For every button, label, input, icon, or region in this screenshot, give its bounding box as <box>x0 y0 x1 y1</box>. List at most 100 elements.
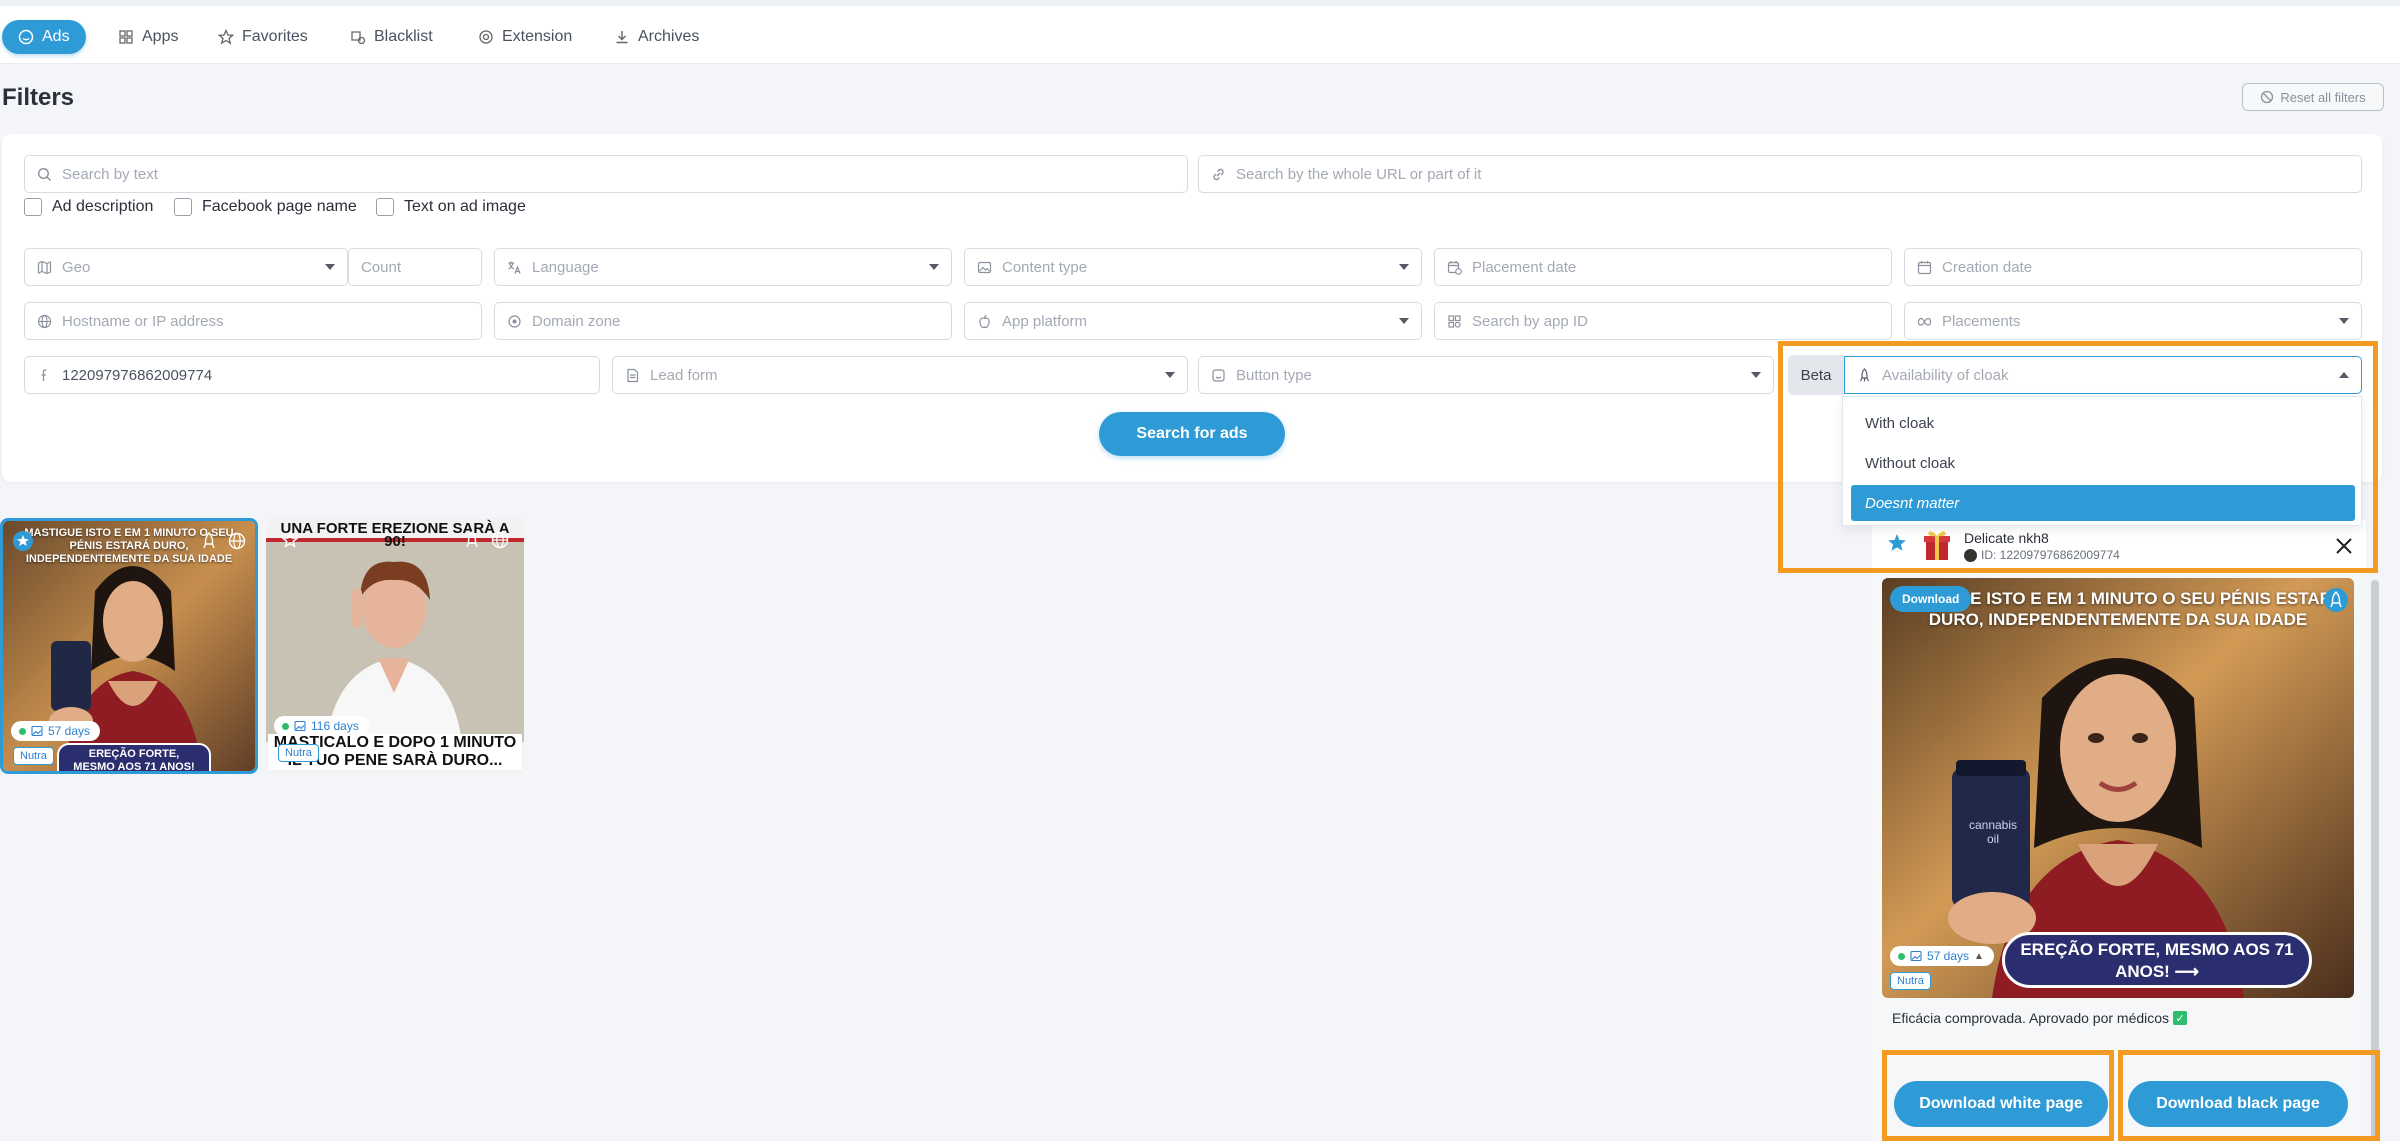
image-icon <box>294 720 306 732</box>
page-avatar <box>1924 531 1950 560</box>
app-platform-placeholder: App platform <box>1002 312 1088 330</box>
globe-icon <box>37 314 52 328</box>
cloak-option-with[interactable]: With cloak <box>1851 405 2355 441</box>
creation-date-input[interactable]: Creation date <box>1904 248 2362 286</box>
checkbox-box[interactable] <box>24 198 42 216</box>
search-text-input[interactable]: Search by text <box>24 155 1188 193</box>
map-icon <box>37 260 52 274</box>
download-badge[interactable]: Download <box>1890 586 1972 612</box>
chevron-down-icon[interactable] <box>2339 318 2349 324</box>
detail-scrollbar[interactable] <box>2371 580 2379 1141</box>
chevron-down-icon[interactable] <box>1751 372 1761 378</box>
cloak-option-doesnt-matter[interactable]: Doesnt matter <box>1851 485 2355 521</box>
status-dot <box>1898 952 1905 960</box>
ad-card[interactable]: UNA FORTE EREZIONE SARÀ A 90! 116 days M… <box>266 518 524 774</box>
search-ads-button[interactable]: Search for ads <box>1099 412 1285 456</box>
chevron-up-icon[interactable] <box>2339 372 2349 378</box>
checkbox-box[interactable] <box>376 198 394 216</box>
placement-date-placeholder: Placement date <box>1472 258 1577 276</box>
meta-icon <box>1917 317 1932 326</box>
content-type-select[interactable]: Content type <box>964 248 1422 286</box>
app-id-placeholder: Search by app ID <box>1472 312 1588 330</box>
beta-badge: Beta <box>1788 355 1844 395</box>
rocket-icon <box>1859 367 1870 381</box>
tab-ads[interactable]: Ads <box>2 20 86 54</box>
app-platform-select[interactable]: App platform <box>964 302 1422 340</box>
checkbox-label: Ad description <box>52 198 154 215</box>
checkbox-text-on-ad-image[interactable]: Text on ad image <box>376 198 526 216</box>
facebook-f-icon <box>41 368 47 381</box>
hostname-placeholder: Hostname or IP address <box>62 312 224 330</box>
language-placeholder: Language <box>532 258 599 276</box>
days-label: 57 days <box>48 724 91 738</box>
domain-zone-placeholder: Domain zone <box>532 312 621 330</box>
cloak-select[interactable]: Availability of cloak <box>1844 356 2362 394</box>
image-icon <box>1910 950 1922 962</box>
reset-filters-button[interactable]: Reset all filters <box>2242 83 2384 111</box>
button-icon <box>1212 368 1225 382</box>
hostname-input[interactable]: Hostname or IP address <box>24 302 482 340</box>
checkbox-box[interactable] <box>174 198 192 216</box>
checkbox-ad-description[interactable]: Ad description <box>24 198 174 216</box>
tab-archives[interactable]: Archives <box>598 20 715 54</box>
category-badge: Nutra <box>13 747 54 765</box>
checkbox-facebook-page-name[interactable]: Facebook page name <box>174 198 376 216</box>
tab-blacklist[interactable]: Blacklist <box>334 20 449 54</box>
tab-favorites[interactable]: Favorites <box>202 20 324 54</box>
app-grid-icon <box>1448 314 1461 328</box>
top-tab-bar: Ads Apps Favorites Blacklist Extension A… <box>0 0 2400 64</box>
placement-date-input[interactable]: Placement date <box>1434 248 1892 286</box>
rocket-icon <box>203 532 215 549</box>
tab-label: Apps <box>142 28 179 45</box>
geo-select[interactable]: Geo <box>24 248 348 286</box>
ad-card[interactable]: MASTIGUE ISTO E EM 1 MINUTO O SEU PÉNIS … <box>0 518 258 774</box>
download-white-page-button[interactable]: Download white page <box>1894 1081 2108 1127</box>
detail-ad-image[interactable]: MASTIGUE ISTO E EM 1 MINUTO O SEU PÉNIS … <box>1882 578 2354 998</box>
check-icon: ✓ <box>2173 1011 2188 1025</box>
favorite-star-icon[interactable] <box>1886 532 1908 554</box>
domain-zone-input[interactable]: Domain zone <box>494 302 952 340</box>
count-input[interactable]: Count <box>348 248 482 286</box>
button-type-select[interactable]: Button type <box>1198 356 1774 394</box>
image-icon <box>31 725 43 737</box>
apple-icon <box>979 314 990 328</box>
search-icon <box>37 167 51 181</box>
button-type-placeholder: Button type <box>1236 366 1312 384</box>
download-black-page-button[interactable]: Download black page <box>2128 1081 2348 1127</box>
chevron-down-icon[interactable] <box>325 264 335 270</box>
ad-banner-text: EREÇÃO FORTE, MESMO AOS 71 ANOS! ⟶ <box>57 743 211 771</box>
chevron-down-icon[interactable] <box>929 264 939 270</box>
description-text: Eficácia comprovada. Aprovado por médico… <box>1892 1010 2170 1026</box>
geo-placeholder: Geo <box>62 258 91 276</box>
ad-age-badge: 57 days ▲ <box>1890 946 1994 966</box>
cloak-option-without[interactable]: Without cloak <box>1851 445 2355 481</box>
cloak-placeholder: Availability of cloak <box>1882 366 2009 384</box>
app-id-input[interactable]: Search by app ID <box>1434 302 1892 340</box>
chevron-up-icon[interactable]: ▲ <box>1974 951 1984 962</box>
page-id: ID: 122097976862009774 <box>1964 548 2120 562</box>
placements-select[interactable]: Placements <box>1904 302 2362 340</box>
translate-icon <box>508 261 521 274</box>
tab-label: Blacklist <box>374 28 433 45</box>
ad-banner-text: EREÇÃO FORTE, MESMO AOS 71 ANOS! ⟶ <box>2002 932 2312 988</box>
favorite-star-icon[interactable] <box>13 531 33 551</box>
tab-label: Archives <box>638 28 700 45</box>
chevron-down-icon[interactable] <box>1165 372 1175 378</box>
link-icon <box>1213 168 1224 180</box>
lead-form-select[interactable]: Lead form <box>612 356 1188 394</box>
favorite-star-icon[interactable] <box>280 530 300 550</box>
search-url-input[interactable]: Search by the whole URL or part of it <box>1198 155 2362 193</box>
chevron-down-icon[interactable] <box>1399 264 1409 270</box>
tab-extension[interactable]: Extension <box>462 20 588 54</box>
status-dot <box>282 722 289 730</box>
search-scope-checkboxes: Ad description Facebook page name Text o… <box>24 198 526 216</box>
page-id-input[interactable]: 122097976862009774 <box>24 356 600 394</box>
page-id-text: ID: 122097976862009774 <box>1981 548 2120 562</box>
language-select[interactable]: Language <box>494 248 952 286</box>
globe-icon <box>228 532 246 550</box>
chevron-down-icon[interactable] <box>1399 318 1409 324</box>
page-title: Filters <box>2 84 75 111</box>
page-name: Delicate nkh8 <box>1964 530 2049 546</box>
close-icon[interactable] <box>2334 536 2354 556</box>
tab-apps[interactable]: Apps <box>102 20 194 54</box>
